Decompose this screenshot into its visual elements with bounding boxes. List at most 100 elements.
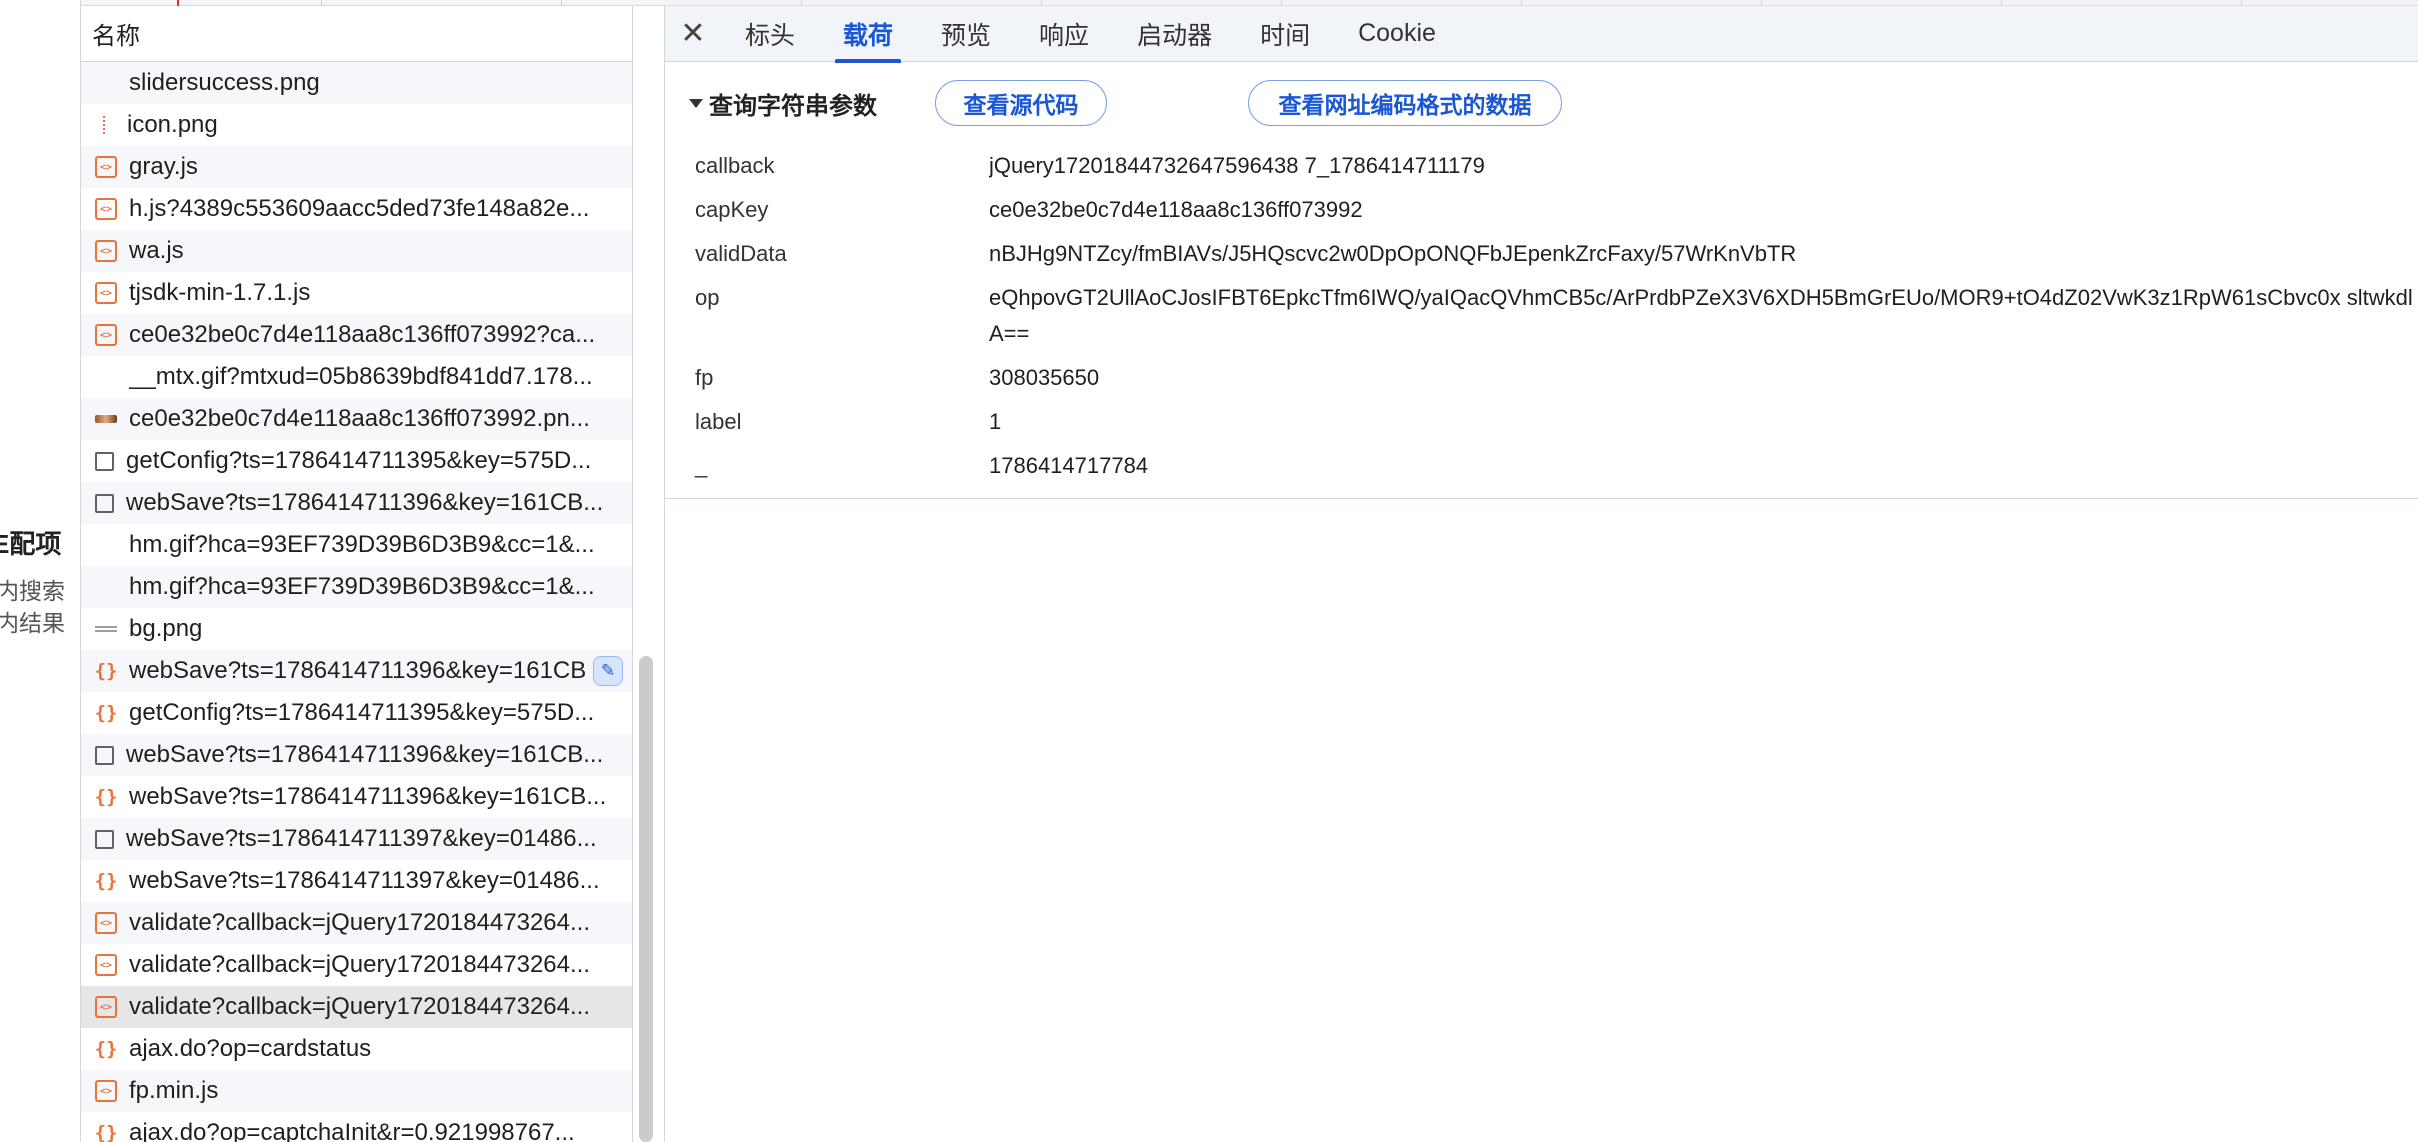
param-row: _ 1786414717784 — [665, 444, 2418, 488]
request-row[interactable]: fp.min.js — [81, 1070, 632, 1112]
param-row: capKey ce0e32be0c7d4e118aa8c136ff073992 — [665, 188, 2418, 232]
request-list-scrollbar[interactable] — [637, 656, 655, 1142]
request-name: webSave?ts=1786414711396&key=161CB... — [126, 489, 604, 516]
request-row[interactable]: validate?callback=jQuery1720184473264... — [81, 902, 632, 944]
request-name: bg.png — [129, 615, 203, 642]
xhr-icon: {} — [94, 660, 118, 682]
request-row[interactable]: hm.gif?hca=93EF739D39B6D3B9&cc=1&... — [81, 566, 632, 608]
checkbox-icon — [95, 493, 114, 513]
request-name: h.js?4389c553609aacc5ded73fe148a82e... — [129, 195, 590, 222]
script-icon — [95, 912, 117, 934]
request-name: webSave?ts=1786414711396&key=161CB... — [126, 741, 604, 768]
script-icon — [95, 198, 117, 220]
payload-section: 查询字符串参数 查看源代码 查看网址编码格式的数据 callback jQuer… — [665, 62, 2418, 499]
request-row[interactable]: {} getConfig?ts=1786414711395&key=575D... — [81, 692, 632, 734]
request-name: ajax.do?op=captchaInit&r=0.921998767... — [129, 1119, 575, 1142]
param-key: _ — [695, 453, 708, 478]
request-row[interactable]: ce0e32be0c7d4e118aa8c136ff073992?ca... — [81, 314, 632, 356]
tab-cookies[interactable]: Cookie — [1334, 6, 1460, 62]
request-row[interactable]: tjsdk-min-1.7.1.js — [81, 272, 632, 314]
xhr-icon: {} — [94, 1122, 118, 1142]
request-name: webSave?ts=1786414711396&key=161CB — [129, 657, 587, 684]
page-section-title: E配项 — [0, 529, 62, 559]
scrollbar-thumb[interactable] — [639, 656, 653, 1142]
param-row: fp 308035650 — [665, 356, 2418, 400]
request-name: webSave?ts=1786414711397&key=01486... — [126, 825, 597, 852]
request-row[interactable]: {} ajax.do?op=cardstatus — [81, 1028, 632, 1070]
request-row[interactable]: wa.js — [81, 230, 632, 272]
close-icon[interactable]: ✕ — [665, 6, 721, 62]
request-name: webSave?ts=1786414711397&key=01486... — [129, 867, 600, 894]
xhr-icon: {} — [94, 786, 118, 808]
request-name: icon.png — [127, 111, 218, 138]
request-name: validate?callback=jQuery1720184473264... — [129, 993, 591, 1020]
tab-timing[interactable]: 时间 — [1236, 6, 1334, 62]
param-key: op — [695, 285, 720, 310]
request-row[interactable]: bg.png — [81, 608, 632, 650]
request-row[interactable]: {} webSave?ts=1786414711396&key=161CB... — [81, 776, 632, 818]
expand-triangle-icon[interactable] — [689, 98, 703, 108]
request-row[interactable]: validate?callback=jQuery1720184473264... — [81, 944, 632, 986]
request-row[interactable]: webSave?ts=1786414711396&key=161CB... — [81, 734, 632, 776]
request-name: __mtx.gif?mtxud=05b8639bdf841dd7.178... — [129, 363, 593, 390]
request-name: getConfig?ts=1786414711395&key=575D... — [129, 699, 595, 726]
devtools-network-panel: 名称 slidersuccess.png icon.png gray.js h.js?… — [80, 0, 2418, 1142]
column-header-name[interactable]: 名称 — [81, 6, 632, 62]
xhr-icon: {} — [94, 702, 118, 724]
param-row: op eQhpovGT2UllAoCJosIFBT6EpkcTfm6IWQ/ya… — [665, 276, 2418, 356]
request-row[interactable]: webSave?ts=1786414711397&key=01486... — [81, 818, 632, 860]
param-row: callback jQuery17201844732647596438 7_17… — [665, 144, 2418, 188]
param-value: 1786414717784 — [989, 453, 1149, 478]
request-name: ajax.do?op=cardstatus — [129, 1035, 372, 1062]
request-row[interactable]: {} ajax.do?op=captchaInit&r=0.921998767..… — [81, 1112, 632, 1142]
request-name: validate?callback=jQuery1720184473264... — [129, 909, 591, 936]
script-icon — [95, 324, 117, 346]
request-row[interactable]: {} webSave?ts=1786414711397&key=01486... — [81, 860, 632, 902]
request-name: ce0e32be0c7d4e118aa8c136ff073992?ca... — [129, 321, 596, 348]
request-list: 名称 slidersuccess.png icon.png gray.js h.js?… — [81, 6, 633, 1142]
view-url-encoded-button[interactable]: 查看网址编码格式的数据 — [1248, 80, 1562, 126]
param-key: validData — [695, 241, 787, 266]
tab-initiator[interactable]: 启动器 — [1113, 6, 1236, 62]
request-row[interactable]: validate?callback=jQuery1720184473264... — [81, 986, 632, 1028]
tab-payload[interactable]: 载荷 — [819, 6, 917, 63]
checkbox-icon — [95, 745, 114, 765]
detail-tabbar: ✕ 标头 载荷 预览 响应 启动器 时间 Cookie — [665, 6, 2418, 63]
ai-assist-icon[interactable]: ✎ — [593, 656, 623, 686]
request-detail-pane: ✕ 标头 载荷 预览 响应 启动器 时间 Cookie 查询字符串参数 查看源代… — [664, 6, 2418, 1142]
request-row[interactable]: gray.js — [81, 146, 632, 188]
xhr-icon: {} — [94, 1038, 118, 1060]
tab-response[interactable]: 响应 — [1015, 6, 1113, 62]
request-name: webSave?ts=1786414711396&key=161CB... — [129, 783, 607, 810]
request-row[interactable]: ce0e32be0c7d4e118aa8c136ff073992.pn... — [81, 398, 632, 440]
tab-headers[interactable]: 标头 — [721, 6, 819, 62]
query-string-params-header[interactable]: 查询字符串参数 — [665, 80, 877, 126]
tab-preview[interactable]: 预览 — [917, 6, 1015, 62]
request-name: fp.min.js — [129, 1077, 219, 1104]
param-value: nBJHg9NTZcy/fmBIAVs/J5HQscvc2w0DpOpONQFb… — [989, 241, 1797, 266]
request-row[interactable]: icon.png — [81, 104, 632, 146]
request-row[interactable]: hm.gif?hca=93EF739D39B6D3B9&cc=1&... — [81, 524, 632, 566]
checkbox-icon — [95, 829, 114, 849]
request-row[interactable]: {} webSave?ts=1786414711396&key=161CB ✎ — [81, 650, 632, 692]
request-row[interactable]: __mtx.gif?mtxud=05b8639bdf841dd7.178... — [81, 356, 632, 398]
script-icon — [95, 954, 117, 976]
request-name: gray.js — [129, 153, 198, 180]
view-source-button[interactable]: 查看源代码 — [935, 80, 1107, 126]
request-name: hm.gif?hca=93EF739D39B6D3B9&cc=1&... — [129, 573, 595, 600]
script-icon — [95, 996, 117, 1018]
request-row[interactable]: getConfig?ts=1786414711395&key=575D... — [81, 440, 632, 482]
script-icon — [95, 156, 117, 178]
param-value: 308035650 — [989, 365, 1100, 390]
request-row[interactable]: webSave?ts=1786414711396&key=161CB... — [81, 482, 632, 524]
param-key: callback — [695, 153, 775, 178]
page-behind-devtools: E配项 内搜索 内结果 — [0, 0, 80, 1142]
request-row[interactable]: h.js?4389c553609aacc5ded73fe148a82e... — [81, 188, 632, 230]
request-row[interactable]: slidersuccess.png — [81, 62, 632, 104]
section-title: 查询字符串参数 — [709, 92, 877, 120]
script-icon — [95, 1080, 117, 1102]
param-key: capKey — [695, 197, 769, 222]
param-list: callback jQuery17201844732647596438 7_17… — [665, 144, 2418, 488]
icon-image-icon — [103, 116, 107, 134]
request-name: getConfig?ts=1786414711395&key=575D... — [126, 447, 592, 474]
